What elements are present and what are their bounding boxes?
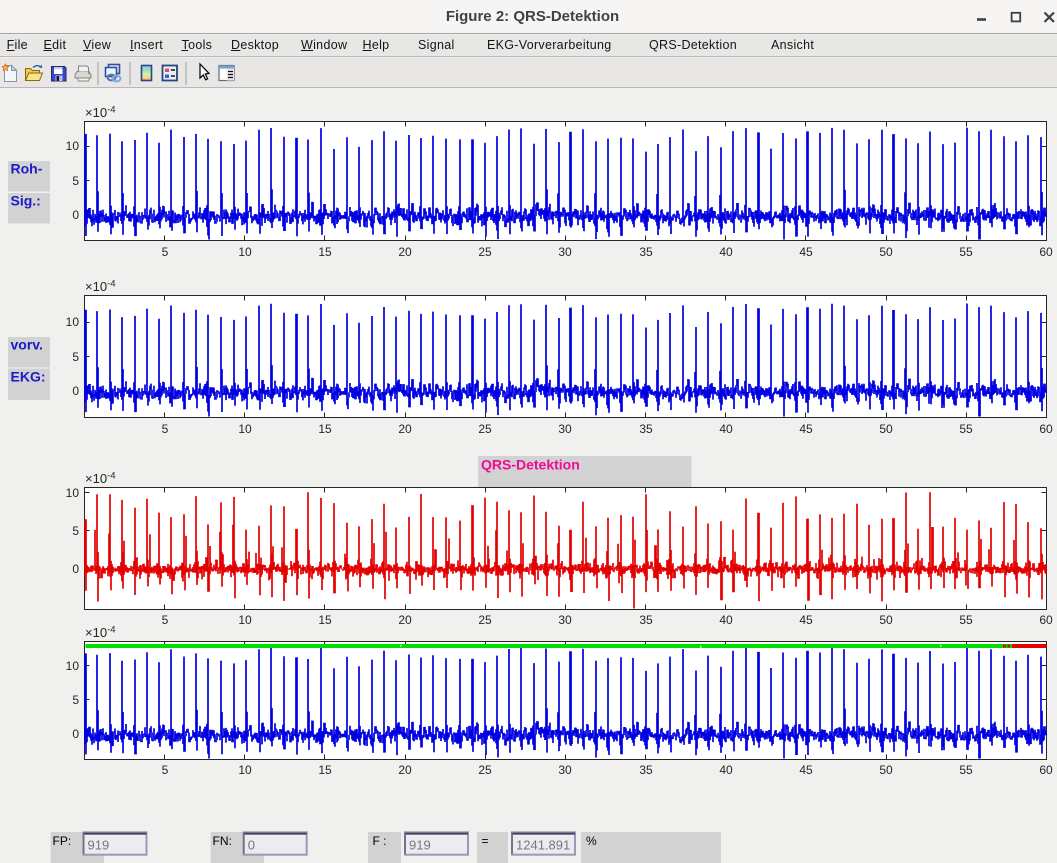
svg-text:10: 10 <box>238 613 252 627</box>
svg-text:5: 5 <box>72 350 79 364</box>
svg-text:30: 30 <box>558 422 572 436</box>
svg-text:30: 30 <box>558 613 572 627</box>
svg-text:5: 5 <box>162 245 169 259</box>
svg-text:25: 25 <box>478 422 492 436</box>
svg-text:QRS-Detektion: QRS-Detektion <box>481 457 580 473</box>
svg-text:55: 55 <box>959 245 973 259</box>
svg-text:919: 919 <box>88 838 110 853</box>
svg-text:55: 55 <box>959 613 973 627</box>
svg-text:60: 60 <box>1039 613 1053 627</box>
svg-text:30: 30 <box>558 763 572 777</box>
svg-text:Roh-: Roh- <box>11 161 43 177</box>
svg-text:50: 50 <box>879 763 893 777</box>
svg-text:20: 20 <box>398 613 412 627</box>
svg-text:25: 25 <box>478 613 492 627</box>
svg-text:30: 30 <box>558 245 572 259</box>
svg-text:×10-4: ×10-4 <box>85 471 116 487</box>
svg-text:0: 0 <box>248 838 255 853</box>
svg-text:15: 15 <box>318 613 332 627</box>
svg-text:60: 60 <box>1039 763 1053 777</box>
svg-text:40: 40 <box>719 613 733 627</box>
svg-text:10: 10 <box>238 422 252 436</box>
svg-text:25: 25 <box>478 763 492 777</box>
svg-text:10: 10 <box>238 245 252 259</box>
svg-text:25: 25 <box>478 245 492 259</box>
svg-text:5: 5 <box>72 174 79 188</box>
svg-text:10: 10 <box>66 139 80 153</box>
svg-text:55: 55 <box>959 763 973 777</box>
svg-text:35: 35 <box>639 613 653 627</box>
svg-text:Sig.:: Sig.: <box>11 193 41 209</box>
svg-text:×10-4: ×10-4 <box>85 279 116 295</box>
svg-text:919: 919 <box>409 838 431 853</box>
svg-text:45: 45 <box>799 422 813 436</box>
svg-text:%: % <box>586 834 597 848</box>
svg-text:60: 60 <box>1039 245 1053 259</box>
svg-text:5: 5 <box>162 422 169 436</box>
svg-text:5: 5 <box>72 524 79 538</box>
svg-text:vorv.: vorv. <box>11 337 43 353</box>
svg-text:10: 10 <box>66 659 80 673</box>
svg-text:×10-4: ×10-4 <box>85 105 116 121</box>
svg-text:55: 55 <box>959 422 973 436</box>
svg-text:40: 40 <box>719 763 733 777</box>
svg-text:45: 45 <box>799 245 813 259</box>
svg-text:F :: F : <box>373 834 387 848</box>
svg-text:35: 35 <box>639 422 653 436</box>
svg-text:FN:: FN: <box>213 834 232 848</box>
svg-text:40: 40 <box>719 422 733 436</box>
svg-text:10: 10 <box>238 763 252 777</box>
svg-text:×10-4: ×10-4 <box>85 625 116 641</box>
svg-text:10: 10 <box>66 315 80 329</box>
svg-text:5: 5 <box>162 613 169 627</box>
svg-text:40: 40 <box>719 245 733 259</box>
svg-text:50: 50 <box>879 245 893 259</box>
svg-text:EKG:: EKG: <box>11 369 46 385</box>
svg-text:15: 15 <box>318 422 332 436</box>
svg-text:15: 15 <box>318 763 332 777</box>
svg-text:5: 5 <box>72 693 79 707</box>
svg-text:0: 0 <box>72 562 79 576</box>
svg-text:50: 50 <box>879 422 893 436</box>
svg-text:0: 0 <box>72 208 79 222</box>
svg-text:0: 0 <box>72 384 79 398</box>
svg-text:20: 20 <box>398 763 412 777</box>
svg-text:FP:: FP: <box>53 834 72 848</box>
svg-text:15: 15 <box>318 245 332 259</box>
svg-text:10: 10 <box>66 486 80 500</box>
svg-text:20: 20 <box>398 422 412 436</box>
svg-text:45: 45 <box>799 613 813 627</box>
svg-text:20: 20 <box>398 245 412 259</box>
svg-text:=: = <box>482 834 489 848</box>
svg-text:0: 0 <box>72 727 79 741</box>
svg-text:35: 35 <box>639 763 653 777</box>
svg-text:45: 45 <box>799 763 813 777</box>
svg-text:1241.891: 1241.891 <box>516 838 570 853</box>
svg-text:50: 50 <box>879 613 893 627</box>
svg-text:5: 5 <box>162 763 169 777</box>
svg-text:35: 35 <box>639 245 653 259</box>
svg-text:60: 60 <box>1039 422 1053 436</box>
